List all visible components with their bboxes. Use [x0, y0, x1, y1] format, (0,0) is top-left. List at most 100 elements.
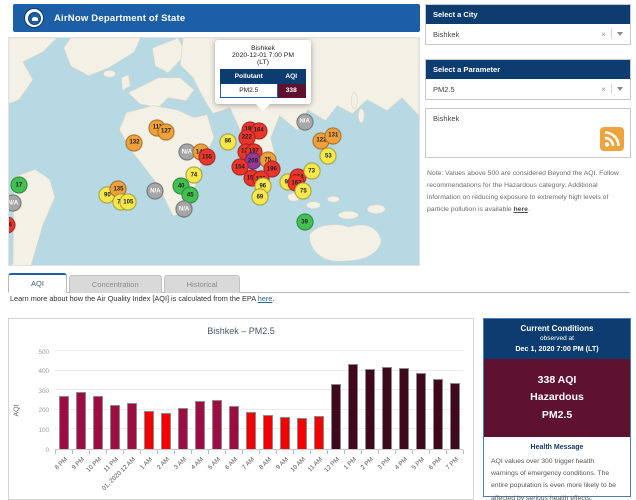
chart-bar[interactable] [263, 415, 273, 449]
chart-bar[interactable] [161, 413, 171, 449]
chart-bar[interactable] [76, 392, 86, 449]
aqi-marker[interactable]: 127 [158, 123, 175, 140]
observed-datetime: Dec 1, 2020 7:00 PM (LT) [488, 344, 626, 353]
aqi-marker[interactable]: N/A [147, 183, 164, 200]
gridline [55, 350, 463, 351]
parameter-dropdown-caret-icon[interactable] [617, 87, 623, 91]
note-here-link[interactable]: here [514, 206, 528, 213]
x-tick-label: 5 AM [206, 456, 221, 471]
chart-bar[interactable] [229, 406, 239, 449]
aqi-marker[interactable]: 132 [126, 134, 143, 151]
aqi-marker[interactable]: 69 [251, 189, 268, 206]
parameter-select[interactable]: PM2.5 × [426, 79, 630, 99]
tab-concentration[interactable]: Concentration [69, 275, 162, 293]
chart-bar[interactable] [416, 373, 426, 449]
chart-bar[interactable] [280, 417, 290, 449]
app-title: AirNow Department of State [54, 13, 185, 24]
parameter-select-box: Select a Parameter PM2.5 × [425, 59, 631, 100]
popup-aqi-value: 338 [277, 84, 305, 98]
y-axis-title: AQI [14, 404, 21, 416]
chart-bar[interactable] [178, 408, 188, 449]
x-tick-label: 8 AM [257, 456, 272, 471]
chart-bar[interactable] [246, 412, 256, 449]
popup-col-aqi: AQI [277, 70, 305, 84]
chart-bar[interactable] [127, 403, 137, 449]
y-tick-label: 400 [21, 368, 49, 375]
x-tick-label: 3 PM [376, 456, 391, 471]
chart-bar[interactable] [450, 383, 460, 449]
popup-pollutant-value: PM2.5 [221, 84, 278, 98]
aqi-marker[interactable]: 39 [296, 214, 313, 231]
current-aqi-box: 338 AQI Hazardous PM2.5 [484, 359, 630, 437]
chart-bar[interactable] [144, 411, 154, 449]
x-tick-label: 1 AM [138, 456, 153, 471]
city-select-label: Select a City [426, 5, 630, 24]
aqi-marker[interactable]: N/A [176, 201, 193, 218]
x-tick-label: 7 AM [240, 456, 255, 471]
x-tick-label: 7 PM [444, 456, 459, 471]
aqi-marker[interactable]: 105 [120, 194, 137, 211]
aqi-marker[interactable]: N/A [296, 113, 313, 130]
chart-bar[interactable] [348, 364, 358, 449]
current-conditions-header: Current Conditions observed at Dec 1, 20… [484, 319, 630, 359]
current-aqi-category: Hazardous [488, 389, 626, 406]
current-aqi-value: 338 AQI [488, 372, 626, 389]
chart-bar[interactable] [93, 396, 103, 449]
x-tick-label: 5 PM [410, 456, 425, 471]
current-conditions-title: Current Conditions [488, 324, 626, 333]
city-select-box: Select a City Bishkek × [425, 4, 631, 45]
popup-timezone: (LT) [220, 59, 306, 66]
chart-bar[interactable] [433, 379, 443, 449]
chart-bar[interactable] [399, 368, 409, 449]
aqi-marker[interactable]: 86 [219, 133, 236, 150]
aqi-marker[interactable]: N/A [8, 195, 22, 212]
y-tick-label: 500 [21, 349, 49, 356]
y-tick-label: 300 [21, 388, 49, 395]
chart-bar[interactable] [110, 405, 120, 449]
aqi-marker[interactable]: 75 [295, 183, 312, 200]
aqi-marker[interactable]: 53 [320, 148, 337, 165]
health-message-title: Health Message [491, 444, 623, 451]
popup-datetime: 2020-12-01 7:00 PM [220, 52, 306, 59]
aqi-marker[interactable]: 73 [303, 163, 320, 180]
parameter-clear-icon[interactable]: × [596, 84, 612, 94]
chart-bar[interactable] [314, 416, 324, 449]
chart-plot-area [55, 352, 463, 450]
chart-bar[interactable] [331, 384, 341, 449]
chart-bar[interactable] [365, 369, 375, 449]
city-select-value[interactable]: Bishkek [433, 30, 596, 39]
tab-historical[interactable]: Historical [164, 275, 241, 293]
x-tick-label: 8 PM [53, 456, 68, 471]
chart-bar[interactable] [297, 418, 307, 449]
x-tick-label: 12 PM [323, 456, 341, 474]
x-tick-label: 11 AM [306, 456, 323, 473]
health-message-body: AQI values over 300 trigger health warni… [491, 456, 623, 500]
dept-of-state-seal-icon [24, 8, 44, 28]
chart-bar[interactable] [59, 396, 69, 449]
chart-bar[interactable] [195, 401, 205, 449]
app-header: AirNow Department of State [13, 4, 420, 32]
popup-col-pollutant: Pollutant [221, 70, 278, 84]
aqi-marker[interactable]: 17 [10, 177, 27, 194]
chart-bar[interactable] [212, 400, 222, 449]
x-tick-label: 9 PM [70, 456, 85, 471]
aqi-marker[interactable]: 131 [325, 127, 342, 144]
learn-more-here-link[interactable]: here [258, 294, 273, 303]
aqi-marker[interactable]: 155 [199, 149, 216, 166]
chart-bar[interactable] [382, 367, 392, 449]
parameter-select-value[interactable]: PM2.5 [433, 85, 596, 94]
rss-feed-icon[interactable] [600, 127, 624, 151]
aqi-marker[interactable]: 156 [8, 217, 15, 234]
aqi-marker[interactable]: 74 [185, 167, 202, 184]
current-conditions-panel: Current Conditions observed at Dec 1, 20… [483, 318, 631, 497]
x-tick-label: 2 AM [155, 456, 170, 471]
city-clear-icon[interactable]: × [596, 29, 612, 39]
city-dropdown-caret-icon[interactable] [617, 32, 623, 36]
world-aqi-map[interactable]: 17N/A1561321111279013573105N/A4045N/A74N… [8, 37, 420, 266]
x-tick-label: 10 PM [85, 456, 103, 474]
tab-aqi[interactable]: AQI [8, 273, 67, 293]
x-tick-label: 6 AM [223, 456, 238, 471]
x-tick-label: 9 AM [274, 456, 289, 471]
tab-bar: AQIConcentrationHistorical [8, 272, 630, 293]
city-select[interactable]: Bishkek × [426, 24, 630, 44]
